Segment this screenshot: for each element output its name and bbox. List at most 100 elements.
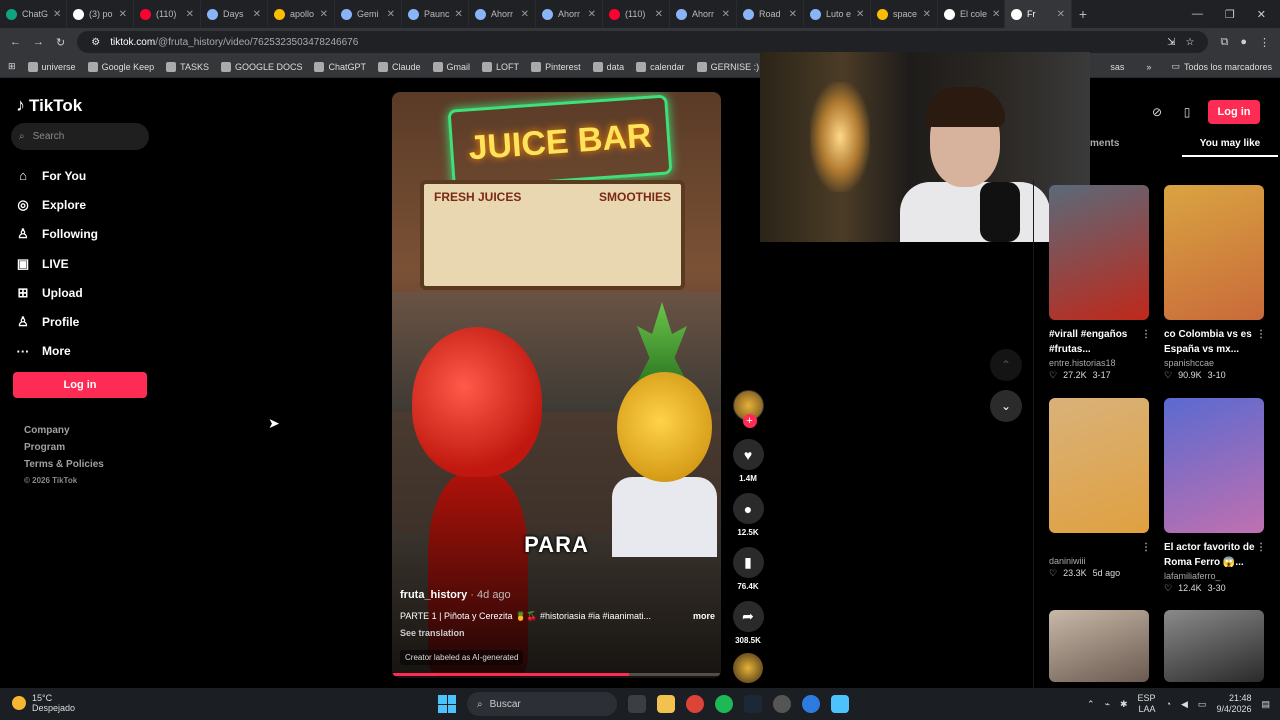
video-author[interactable]: fruta_history · 4d ago: [400, 589, 715, 601]
steam-icon[interactable]: [744, 695, 762, 713]
browser-tab[interactable]: Luto e ✕: [804, 0, 871, 28]
card-username[interactable]: daniniwiii: [1049, 556, 1151, 566]
windows-start-icon[interactable]: [438, 695, 456, 713]
recommended-video-card[interactable]: [1164, 610, 1266, 682]
browser-tab[interactable]: Paunc ✕: [402, 0, 469, 28]
video-thumbnail[interactable]: [1164, 610, 1264, 682]
recommended-video-card[interactable]: El actor favorito de Roma Ferro 😱... ⋮ laf…: [1164, 398, 1266, 594]
bluetooth-icon[interactable]: ✱: [1120, 699, 1128, 710]
creator-avatar[interactable]: +: [732, 390, 764, 428]
close-tab-icon[interactable]: ✕: [789, 9, 797, 20]
close-tab-icon[interactable]: ✕: [186, 9, 194, 20]
browser-tab[interactable]: Road ✕: [737, 0, 804, 28]
menu-kebab-icon[interactable]: ⋮: [1259, 36, 1270, 49]
comment-button[interactable]: ●: [732, 493, 764, 524]
browser-tab[interactable]: El cole ✕: [938, 0, 1005, 28]
tiktok-logo[interactable]: ♪ TikTok: [16, 95, 82, 116]
video-thumbnail[interactable]: [1049, 398, 1149, 533]
browser-tab[interactable]: (110) ✕: [603, 0, 670, 28]
card-title[interactable]: #virall #engaños #frutas...: [1049, 327, 1141, 357]
next-video-button[interactable]: ⌄: [990, 390, 1022, 422]
share-button[interactable]: ➦: [732, 601, 764, 632]
close-tab-icon[interactable]: ✕: [588, 9, 596, 20]
sidebar-item-explore[interactable]: ◎ Explore: [15, 190, 98, 219]
back-icon[interactable]: ←: [10, 36, 21, 48]
card-menu-icon[interactable]: ⋮: [1256, 540, 1266, 570]
video-progress-bar[interactable]: [392, 673, 721, 676]
like-button[interactable]: ♥: [732, 439, 764, 470]
login-button[interactable]: Log in: [13, 372, 147, 398]
sidebar-item-more[interactable]: ··· More: [15, 337, 98, 366]
close-tab-icon[interactable]: ✕: [455, 9, 463, 20]
video-thumbnail[interactable]: [1164, 185, 1264, 320]
notifications-icon[interactable]: ▤: [1261, 699, 1270, 710]
footer-link[interactable]: Terms & Policies: [24, 459, 104, 470]
site-info-icon[interactable]: ⚙: [91, 37, 100, 48]
reload-icon[interactable]: ↻: [56, 36, 65, 49]
double-chevron-icon[interactable]: »: [1146, 62, 1151, 72]
bookmark-item[interactable]: universe: [27, 61, 76, 72]
browser-tab[interactable]: Ahorr ✕: [469, 0, 536, 28]
close-tab-icon[interactable]: ✕: [923, 9, 931, 20]
sidebar-item-for-you[interactable]: ⌂ For You: [15, 161, 98, 190]
video-thumbnail[interactable]: [1049, 610, 1149, 682]
browser-tab[interactable]: (110) ✕: [134, 0, 201, 28]
sidebar-item-following[interactable]: ♙ Following: [15, 220, 98, 249]
bookmark-item[interactable]: data: [592, 61, 624, 72]
wifi-icon[interactable]: ◔: [1166, 699, 1171, 709]
new-tab-button[interactable]: +: [1072, 6, 1094, 22]
recommended-video-card[interactable]: ⋮ daniniwiii ♡ 23.3K 5d ago: [1049, 398, 1151, 579]
video-thumbnail[interactable]: [1049, 185, 1149, 320]
install-icon[interactable]: ⇲: [1167, 37, 1175, 48]
bookmark-item[interactable]: Pinterest: [531, 61, 581, 72]
taskbar-search[interactable]: ⌕ Buscar: [467, 692, 617, 716]
follow-plus-icon[interactable]: +: [742, 414, 757, 428]
close-tab-icon[interactable]: ✕: [722, 9, 730, 20]
task-view-icon[interactable]: [628, 695, 646, 713]
tab-you-may-like[interactable]: You may like: [1182, 138, 1278, 157]
profile-icon[interactable]: ●: [1240, 36, 1247, 48]
battery-icon[interactable]: ▭: [1198, 699, 1207, 710]
browser-tab[interactable]: Ahorr ✕: [670, 0, 737, 28]
previous-video-button[interactable]: ⌃: [990, 349, 1022, 381]
close-tab-icon[interactable]: ✕: [320, 9, 328, 20]
bookmark-item[interactable]: calendar: [636, 61, 685, 72]
bookmark-item[interactable]: Google Keep: [87, 61, 154, 72]
compass-icon[interactable]: ⊘: [1148, 103, 1166, 121]
footer-link[interactable]: Program: [24, 442, 104, 453]
browser-tab[interactable]: space ✕: [871, 0, 938, 28]
video-thumbnail[interactable]: [1164, 398, 1264, 533]
clock[interactable]: 21:48 9/4/2026: [1216, 693, 1251, 715]
card-menu-icon[interactable]: ⋮: [1141, 327, 1151, 357]
close-tab-icon[interactable]: ✕: [521, 9, 529, 20]
card-menu-icon[interactable]: ⋮: [1256, 327, 1266, 357]
save-button[interactable]: ▮: [732, 547, 764, 578]
browser-tab[interactable]: Days ✕: [201, 0, 268, 28]
recommended-video-card[interactable]: co Colombia vs es España vs mx... ⋮ spanis…: [1164, 185, 1266, 381]
top-login-button[interactable]: Log in: [1208, 100, 1260, 124]
card-username[interactable]: spanishccae: [1164, 358, 1266, 368]
bookmark-item[interactable]: TASKS: [166, 61, 209, 72]
bookmark-item[interactable]: Gmail: [432, 61, 470, 72]
minimize-icon[interactable]: —: [1192, 8, 1203, 21]
card-title[interactable]: co Colombia vs es España vs mx...: [1164, 327, 1256, 357]
weather-widget[interactable]: 15°C Despejado: [12, 693, 75, 713]
close-tab-icon[interactable]: ✕: [992, 9, 1000, 20]
browser-tab[interactable]: Fr ✕: [1005, 0, 1072, 28]
volume-icon[interactable]: ◀: [1181, 699, 1188, 710]
language-indicator[interactable]: ESP LAA: [1138, 693, 1156, 715]
bookmark-item[interactable]: Claude: [378, 61, 421, 72]
apps-grid-icon[interactable]: ⊞: [8, 61, 16, 72]
bookmark-item[interactable]: GERNISE :): [696, 61, 759, 72]
all-bookmarks-link[interactable]: Todos los marcadores: [1184, 62, 1272, 72]
close-tab-icon[interactable]: ✕: [253, 9, 261, 20]
tray-chevron-icon[interactable]: ⌃: [1087, 699, 1095, 710]
browser-tab[interactable]: Gemi ✕: [335, 0, 402, 28]
restore-icon[interactable]: ❐: [1225, 8, 1235, 21]
forward-icon[interactable]: →: [33, 36, 44, 48]
browser-tab[interactable]: apollo ✕: [268, 0, 335, 28]
close-tab-icon[interactable]: ✕: [387, 9, 395, 20]
close-tab-icon[interactable]: ✕: [856, 9, 864, 20]
url-field[interactable]: ⚙ tiktok.com/@fruta_history/video/762532…: [77, 31, 1209, 53]
obs-icon[interactable]: [773, 695, 791, 713]
